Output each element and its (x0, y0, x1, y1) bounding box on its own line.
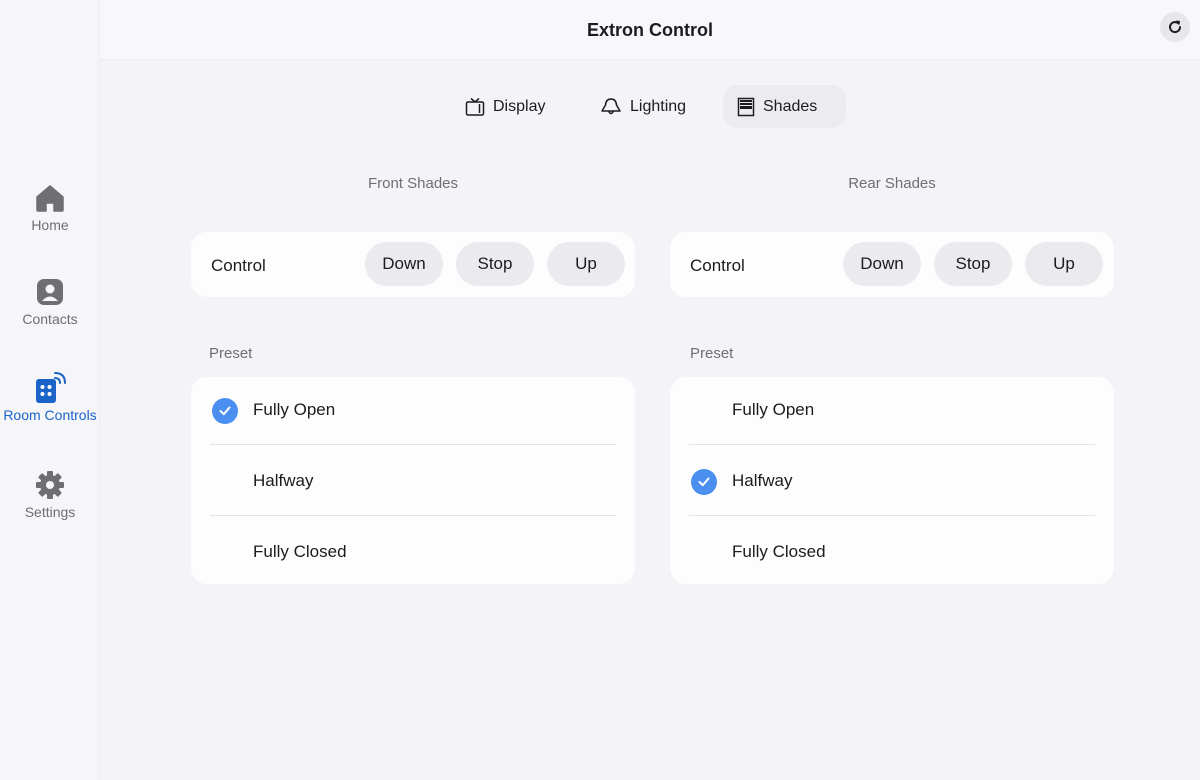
preset-label: Halfway (732, 471, 793, 490)
front-preset-card: Fully Open Halfway Fully Closed (191, 377, 635, 584)
home-icon (36, 185, 64, 212)
divider (210, 515, 616, 516)
rear-shades-title: Rear Shades (848, 175, 936, 192)
front-preset-halfway[interactable]: Halfway (191, 448, 635, 519)
refresh-icon (1169, 20, 1182, 34)
contact-icon (37, 279, 63, 305)
rear-preset-label: Preset (690, 345, 734, 362)
tv-icon (465, 97, 485, 116)
preset-label: Fully Open (253, 400, 336, 419)
rear-preset-fully-open[interactable]: Fully Open (670, 377, 1114, 448)
preset-label: Halfway (253, 471, 314, 490)
refresh-button[interactable] (1160, 12, 1190, 42)
tab-shades[interactable]: Shades (723, 85, 846, 128)
sidebar-item-label: Room Controls (3, 407, 97, 423)
control-label: Control (211, 256, 266, 275)
preset-label: Fully Closed (732, 542, 826, 561)
tab-display[interactable]: Display (465, 85, 575, 128)
sidebar-item-room-controls[interactable]: Room Controls (0, 371, 100, 423)
divider (689, 444, 1095, 445)
tab-label: Shades (763, 97, 818, 115)
tab-label: Lighting (630, 97, 687, 115)
front-shades-title: Front Shades (367, 175, 459, 192)
front-preset-fully-open[interactable]: Fully Open (191, 377, 635, 448)
tab-lighting[interactable]: Lighting (600, 85, 710, 128)
sidebar-item-contacts[interactable]: Contacts (0, 277, 100, 327)
preset-label: Fully Closed (253, 542, 347, 561)
front-preset-fully-closed[interactable]: Fully Closed (191, 519, 635, 590)
checkmark-icon (691, 469, 717, 495)
front-down-button[interactable]: Down (365, 242, 443, 286)
sidebar-item-label: Contacts (22, 311, 78, 327)
rear-down-button[interactable]: Down (843, 242, 921, 286)
page-title: Extron Control (587, 20, 713, 40)
rear-preset-fully-closed[interactable]: Fully Closed (670, 519, 1114, 590)
divider (689, 515, 1095, 516)
tab-label: Display (493, 97, 546, 115)
front-stop-button[interactable]: Stop (456, 242, 534, 286)
divider (210, 444, 616, 445)
front-preset-label: Preset (209, 345, 253, 362)
room-controls-icon (36, 372, 66, 403)
rear-control-card: Control Down Stop Up (670, 232, 1114, 297)
checkmark-icon (212, 398, 238, 424)
header: Extron Control (100, 0, 1200, 60)
lamp-icon (601, 97, 621, 114)
shades-icon (737, 97, 755, 116)
front-up-button[interactable]: Up (547, 242, 625, 286)
sidebar-item-label: Settings (24, 504, 76, 520)
control-label: Control (690, 256, 745, 275)
sidebar-item-settings[interactable]: Settings (0, 470, 100, 520)
preset-label: Fully Open (732, 400, 815, 419)
sidebar-item-home[interactable]: Home (0, 183, 100, 233)
rear-stop-button[interactable]: Stop (934, 242, 1012, 286)
gear-icon (36, 471, 64, 499)
rear-preset-halfway[interactable]: Halfway (670, 448, 1114, 519)
sidebar: Home Contacts Room Controls Settings (0, 0, 100, 780)
rear-preset-card: Fully Open Halfway Fully Closed (670, 377, 1114, 584)
rear-up-button[interactable]: Up (1025, 242, 1103, 286)
front-control-card: Control Down Stop Up (191, 232, 635, 297)
sidebar-item-label: Home (31, 217, 69, 233)
